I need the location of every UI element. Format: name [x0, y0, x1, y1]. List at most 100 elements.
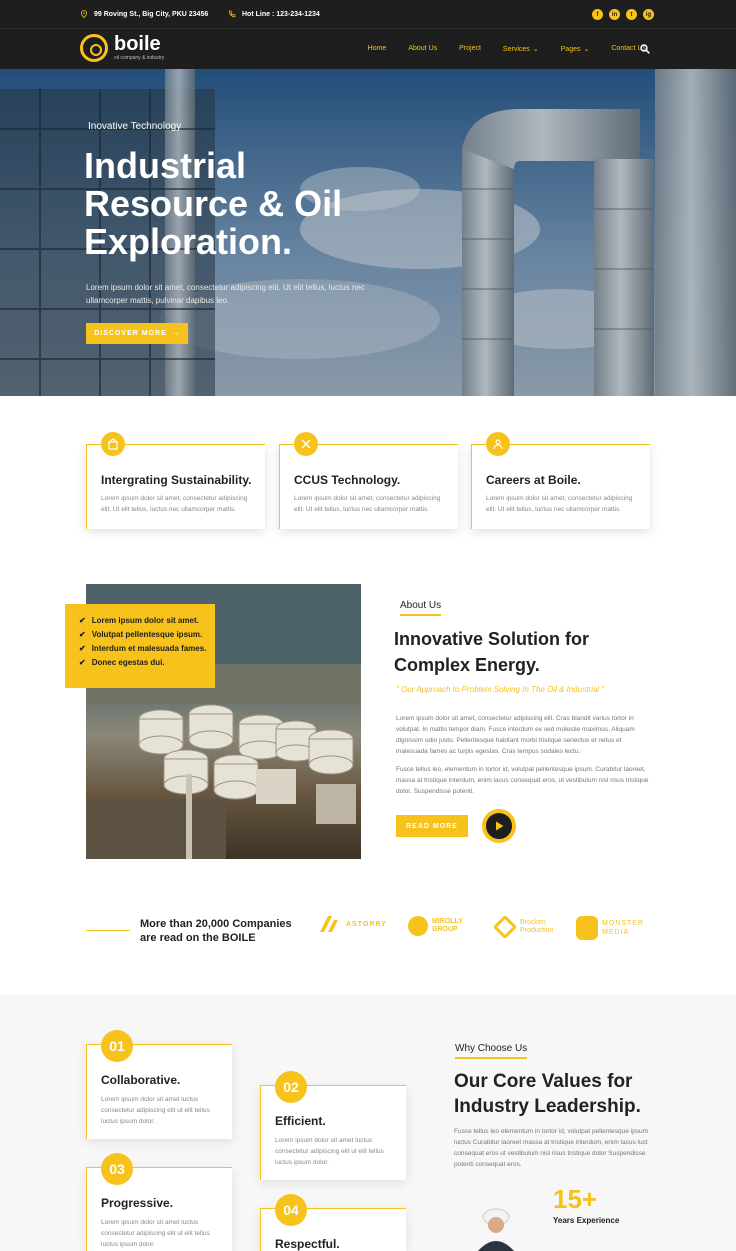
- feature-title: Careers at Boile.: [486, 473, 581, 487]
- team-icon: [486, 432, 510, 456]
- facebook-icon[interactable]: f: [592, 9, 603, 20]
- feature-card[interactable]: Intergrating Sustainability. Lorem ipsum…: [86, 432, 265, 529]
- location-pin-icon: [81, 10, 87, 18]
- social-links: f in t ig: [592, 9, 654, 20]
- nav-menu: Home About Us Project Services ⌄ Pages ⌄ C…: [346, 45, 646, 53]
- partner-name: MIROLLY GROUP: [432, 918, 463, 933]
- about-title: Innovative Solution for Complex Energy.: [394, 629, 590, 675]
- read-more-button[interactable]: READ MORE: [396, 815, 468, 837]
- feature-title: CCUS Technology.: [294, 473, 401, 487]
- partner-logo-brocken[interactable]: Brocken Production: [494, 916, 562, 938]
- value-card[interactable]: 01 Collaborative. Lorem ipsum dolor sit …: [86, 1030, 232, 1139]
- hero-section: Inovative Technology Industrial Resource…: [0, 69, 736, 396]
- about-paragraph-1: Lorem ipsum dolor sit amet, consectetur …: [396, 715, 635, 755]
- checklist-item: ✔ Donec egestas dui.: [79, 658, 215, 667]
- checklist-item: ✔ Volutpat pellentesque ipsum.: [79, 630, 215, 639]
- partner-logo-mirolly[interactable]: MIROLLY GROUP: [408, 916, 474, 936]
- brand-tagline: oil company & industry: [114, 55, 165, 61]
- logo-mark-icon: [80, 34, 108, 62]
- nav-item-project[interactable]: Project: [459, 45, 481, 53]
- nav-item-pages-label: Pages: [560, 46, 581, 53]
- value-number: 04: [275, 1194, 307, 1226]
- partner-name: ASTORRY: [346, 920, 387, 928]
- discover-more-button[interactable]: DISCOVER MORE →: [86, 323, 188, 344]
- astorry-logo-icon: [320, 916, 338, 932]
- checklist-text: Interdum et malesuada fames.: [91, 644, 207, 653]
- check-icon: ✔: [79, 658, 86, 667]
- partner-name: MONSTER MEDIA: [602, 920, 644, 936]
- play-video-button[interactable]: [482, 809, 516, 843]
- feature-text: Lorem ipsum dolor sit amet, consectetur …: [486, 495, 633, 513]
- checklist-item: ✔ Interdum et malesuada fames.: [79, 644, 215, 653]
- value-card[interactable]: 03 Progressive. Lorem ipsum dolor sit am…: [86, 1153, 232, 1251]
- value-title: Collaborative.: [101, 1073, 181, 1087]
- feature-cards: Intergrating Sustainability. Lorem ipsum…: [86, 432, 650, 529]
- checklist-text: Volutpat pellentesque ipsum.: [91, 630, 203, 639]
- nav-item-services-label: Services: [502, 46, 530, 53]
- value-text: Lorem ipsum dolor sit amet luctus consec…: [101, 1096, 210, 1125]
- feature-card[interactable]: Careers at Boile. Lorem ipsum dolor sit …: [471, 432, 650, 529]
- checklist-text: Donec egestas dui.: [91, 658, 165, 667]
- tools-icon: [294, 432, 318, 456]
- phone-icon: [228, 10, 236, 18]
- logo[interactable]: boile oil company & industry: [80, 34, 164, 62]
- linkedin-icon[interactable]: in: [609, 9, 620, 20]
- address-text: 99 Roving St., Big City, PKU 23456: [94, 10, 209, 18]
- about-checklist: ✔ Lorem ipsum dolor sit amet. ✔ Volutpat p…: [65, 604, 215, 688]
- about-paragraph-2: Fusce tellus leo, elementum in tortor id…: [396, 766, 649, 795]
- value-card[interactable]: 04 Respectful.: [260, 1194, 406, 1251]
- feature-text: Lorem ipsum dolor sit amet, consectetur …: [294, 495, 441, 513]
- chevron-down-icon: ⌄: [583, 46, 590, 53]
- nav-item-pages[interactable]: Pages ⌄: [561, 45, 590, 53]
- value-title: Efficient.: [275, 1114, 326, 1128]
- checklist-item: ✔ Lorem ipsum dolor sit amet.: [79, 616, 215, 625]
- nav-item-home[interactable]: Home: [368, 45, 387, 53]
- main-navbar: boile oil company & industry Home About …: [0, 28, 736, 69]
- value-number: 03: [101, 1153, 133, 1185]
- hero-tag: Inovative Technology: [88, 121, 182, 132]
- partner-logo-monster[interactable]: MONSTER MEDIA: [576, 916, 646, 940]
- about-label: About Us: [400, 600, 442, 616]
- feature-card[interactable]: CCUS Technology. Lorem ipsum dolor sit a…: [279, 432, 458, 529]
- search-icon[interactable]: [640, 44, 650, 54]
- nav-item-services[interactable]: Services ⌄: [503, 45, 539, 53]
- monster-logo-icon: [576, 916, 598, 940]
- hero-title: Industrial Resource & Oil Exploration.: [84, 145, 343, 262]
- values-title: Our Core Values for Industry Leadership.: [454, 1071, 641, 1117]
- partners-divider: [86, 930, 130, 931]
- worker-image: [478, 1208, 514, 1251]
- twitter-icon[interactable]: t: [626, 9, 637, 20]
- check-icon: ✔: [79, 630, 86, 639]
- top-bar: 99 Roving St., Big City, PKU 23456 Hot L…: [0, 0, 736, 28]
- value-number: 02: [275, 1071, 307, 1103]
- about-quote: " Our Approach to Problem Solving In The…: [396, 685, 605, 694]
- phone-text: Hot Line : 123-234-1234: [242, 10, 320, 18]
- instagram-icon[interactable]: ig: [643, 9, 654, 20]
- value-text: Lorem ipsum dolor sit amet luctus consec…: [275, 1137, 384, 1166]
- value-card[interactable]: 02 Efficient. Lorem ipsum dolor sit amet…: [260, 1071, 406, 1180]
- value-title: Progressive.: [101, 1196, 174, 1210]
- check-icon: ✔: [79, 616, 86, 625]
- values-description: Fusce tellus leo elementum in tortor id,…: [454, 1128, 649, 1168]
- address-info: 99 Roving St., Big City, PKU 23456: [80, 10, 208, 18]
- hero-description: Lorem ipsum dolor sit amet, consectetur …: [86, 283, 365, 305]
- feature-title: Intergrating Sustainability.: [101, 473, 252, 487]
- brand-name: boile: [114, 33, 161, 55]
- mirolly-logo-icon: [408, 916, 428, 936]
- feature-text: Lorem ipsum dolor sit amet, consectetur …: [101, 495, 248, 513]
- years-label: Years Experience: [553, 1216, 620, 1225]
- partners-text: More than 20,000 Companies are read on t…: [140, 918, 292, 944]
- value-number: 01: [101, 1030, 133, 1062]
- checklist-text: Lorem ipsum dolor sit amet.: [91, 616, 199, 625]
- years-number: 15+: [553, 1184, 598, 1214]
- value-text: Lorem ipsum dolor sit amet luctus consec…: [101, 1219, 210, 1248]
- value-title: Respectful.: [275, 1237, 340, 1251]
- partner-name: Brocken Production: [520, 919, 554, 934]
- brocken-logo-icon: [494, 916, 516, 938]
- play-icon: [496, 821, 504, 831]
- years-experience: 15+ Years Experience: [553, 1185, 619, 1225]
- building-icon: [101, 432, 125, 456]
- phone-info[interactable]: Hot Line : 123-234-1234: [228, 10, 320, 18]
- nav-item-about[interactable]: About Us: [408, 45, 437, 53]
- partner-logo-astorry[interactable]: ASTORRY: [320, 916, 387, 932]
